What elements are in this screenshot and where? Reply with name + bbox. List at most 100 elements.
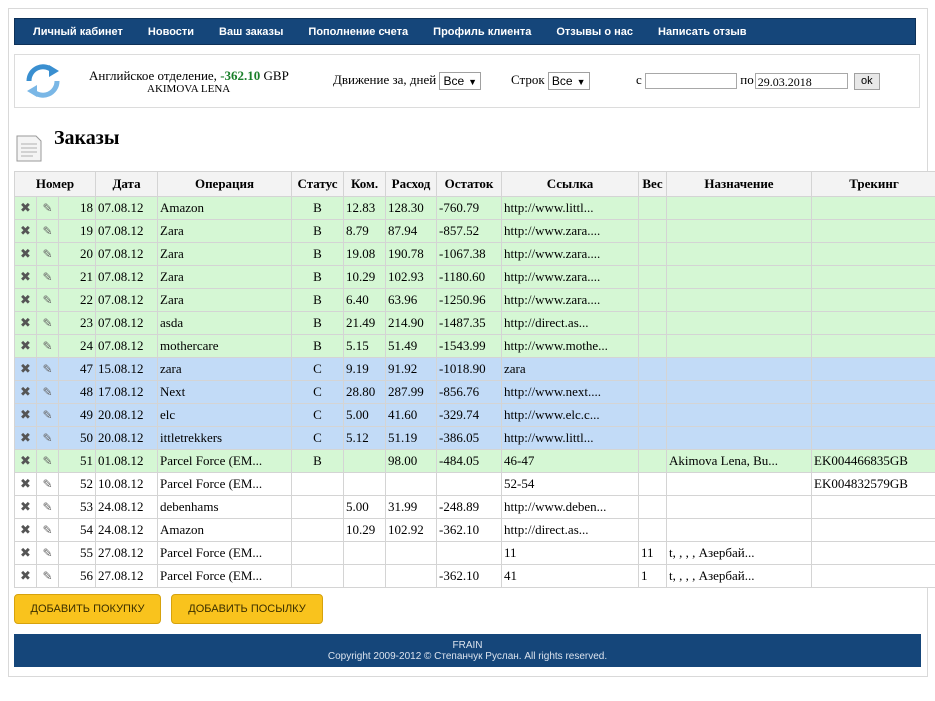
header-destination[interactable]: Назначение [666,171,813,197]
pencil-icon[interactable]: ✎ [42,201,52,215]
header-commission[interactable]: Ком. [343,171,387,197]
order-expense [385,564,438,588]
close-x-icon[interactable]: ✖ [20,546,31,561]
order-link[interactable]: http://www.littl... [501,426,640,450]
close-x-icon[interactable]: ✖ [20,523,31,538]
close-x-icon[interactable]: ✖ [20,247,31,262]
currency-label: GBP [260,68,289,83]
ok-button[interactable]: ok [854,72,880,90]
pencil-icon[interactable]: ✎ [42,431,52,445]
nav-personal-cabinet[interactable]: Личный кабинет [33,26,123,38]
order-status: B [291,196,345,220]
order-expense: 31.99 [385,495,438,519]
order-date: 07.08.12 [95,242,159,266]
order-balance: -484.05 [436,449,503,473]
pencil-icon[interactable]: ✎ [42,500,52,514]
order-tracking [811,288,935,312]
order-link[interactable]: http://www.deben... [501,495,640,519]
edit-cell: ✎ [36,242,59,266]
add-parcel-button[interactable]: ДОБАВИТЬ ПОСЫЛКУ [171,594,323,624]
header-tracking[interactable]: Трекинг [811,171,935,197]
pencil-icon[interactable]: ✎ [42,293,52,307]
pencil-icon[interactable]: ✎ [42,247,52,261]
order-link[interactable]: http://direct.as... [501,518,640,542]
order-link[interactable]: http://www.elc.c... [501,403,640,427]
header-operation[interactable]: Операция [157,171,293,197]
pencil-icon[interactable]: ✎ [42,385,52,399]
close-x-icon[interactable]: ✖ [20,201,31,216]
date-to-input[interactable]: 29.03.2018 [754,73,848,90]
nav-reviews[interactable]: Отзывы о нас [556,26,633,38]
pencil-icon[interactable]: ✎ [42,362,52,376]
close-x-icon[interactable]: ✖ [20,500,31,515]
nav-orders[interactable]: Ваш заказы [219,26,283,38]
pencil-icon[interactable]: ✎ [42,339,52,353]
pencil-icon[interactable]: ✎ [42,477,52,491]
order-link[interactable]: 52-54 [501,472,640,496]
close-x-icon[interactable]: ✖ [20,408,31,423]
order-link[interactable]: 11 [501,541,640,565]
nav-write-review[interactable]: Написать отзыв [658,26,747,38]
order-weight [638,357,668,381]
header-number[interactable]: Номер [13,171,97,197]
dropdown-arrow-icon: ▼ [576,77,586,88]
add-purchase-button[interactable]: ДОБАВИТЬ ПОКУПКУ [14,594,161,624]
nav-top-up[interactable]: Пополнение счета [308,26,408,38]
pencil-icon[interactable]: ✎ [42,546,52,560]
close-x-icon[interactable]: ✖ [20,385,31,400]
close-x-icon[interactable]: ✖ [20,431,31,446]
pencil-icon[interactable]: ✎ [42,569,52,583]
pencil-icon[interactable]: ✎ [42,408,52,422]
order-link[interactable]: http://www.mothe... [501,334,640,358]
date-from-input[interactable] [645,73,738,90]
footer-brand: FRAIN [452,640,483,651]
close-x-icon[interactable]: ✖ [20,293,31,308]
pencil-icon[interactable]: ✎ [42,270,52,284]
header-status[interactable]: Статус [291,171,345,197]
header-link[interactable]: Ссылка [501,171,640,197]
order-expense [385,541,438,565]
order-link[interactable]: 46-47 [501,449,640,473]
order-tracking [811,265,935,289]
pencil-icon[interactable]: ✎ [42,316,52,330]
edit-cell: ✎ [36,403,59,427]
pencil-icon[interactable]: ✎ [42,454,52,468]
order-link[interactable]: http://direct.as... [501,311,640,335]
order-link[interactable]: http://www.littl... [501,196,640,220]
header-balance[interactable]: Остаток [436,171,503,197]
nav-news[interactable]: Новости [148,26,194,38]
close-x-icon[interactable]: ✖ [20,339,31,354]
pencil-icon[interactable]: ✎ [42,523,52,537]
order-balance: -329.74 [436,403,503,427]
days-select[interactable]: Все ▼ [439,72,482,91]
header-weight[interactable]: Вес [638,171,668,197]
close-x-icon[interactable]: ✖ [20,224,31,239]
order-commission: 21.49 [343,311,387,335]
close-x-icon[interactable]: ✖ [20,454,31,469]
rows-select[interactable]: Все ▼ [547,72,590,91]
order-link[interactable]: zara [501,357,640,381]
order-link[interactable]: http://www.zara.... [501,219,640,243]
order-number: 50 [57,426,97,450]
close-x-icon[interactable]: ✖ [20,270,31,285]
close-x-icon[interactable]: ✖ [20,362,31,377]
order-link[interactable]: 41 [501,564,640,588]
order-link[interactable]: http://www.zara.... [501,242,640,266]
order-tracking [811,334,935,358]
order-status [291,541,345,565]
close-x-icon[interactable]: ✖ [20,316,31,331]
table-row: ✖ ✎ 19 07.08.12 Zara B 8.79 87.94 -857.52 http://… [14,219,935,243]
order-link[interactable]: http://www.zara.... [501,265,640,289]
order-number: 48 [57,380,97,404]
header-expense[interactable]: Расход [385,171,438,197]
header-date[interactable]: Дата [95,171,159,197]
close-x-icon[interactable]: ✖ [20,477,31,492]
order-tracking [811,495,935,519]
order-link[interactable]: http://www.next.... [501,380,640,404]
nav-client-profile[interactable]: Профиль клиента [433,26,531,38]
pencil-icon[interactable]: ✎ [42,224,52,238]
order-date: 15.08.12 [95,357,159,381]
order-link[interactable]: http://www.zara.... [501,288,640,312]
close-x-icon[interactable]: ✖ [20,569,31,584]
order-date: 07.08.12 [95,196,159,220]
